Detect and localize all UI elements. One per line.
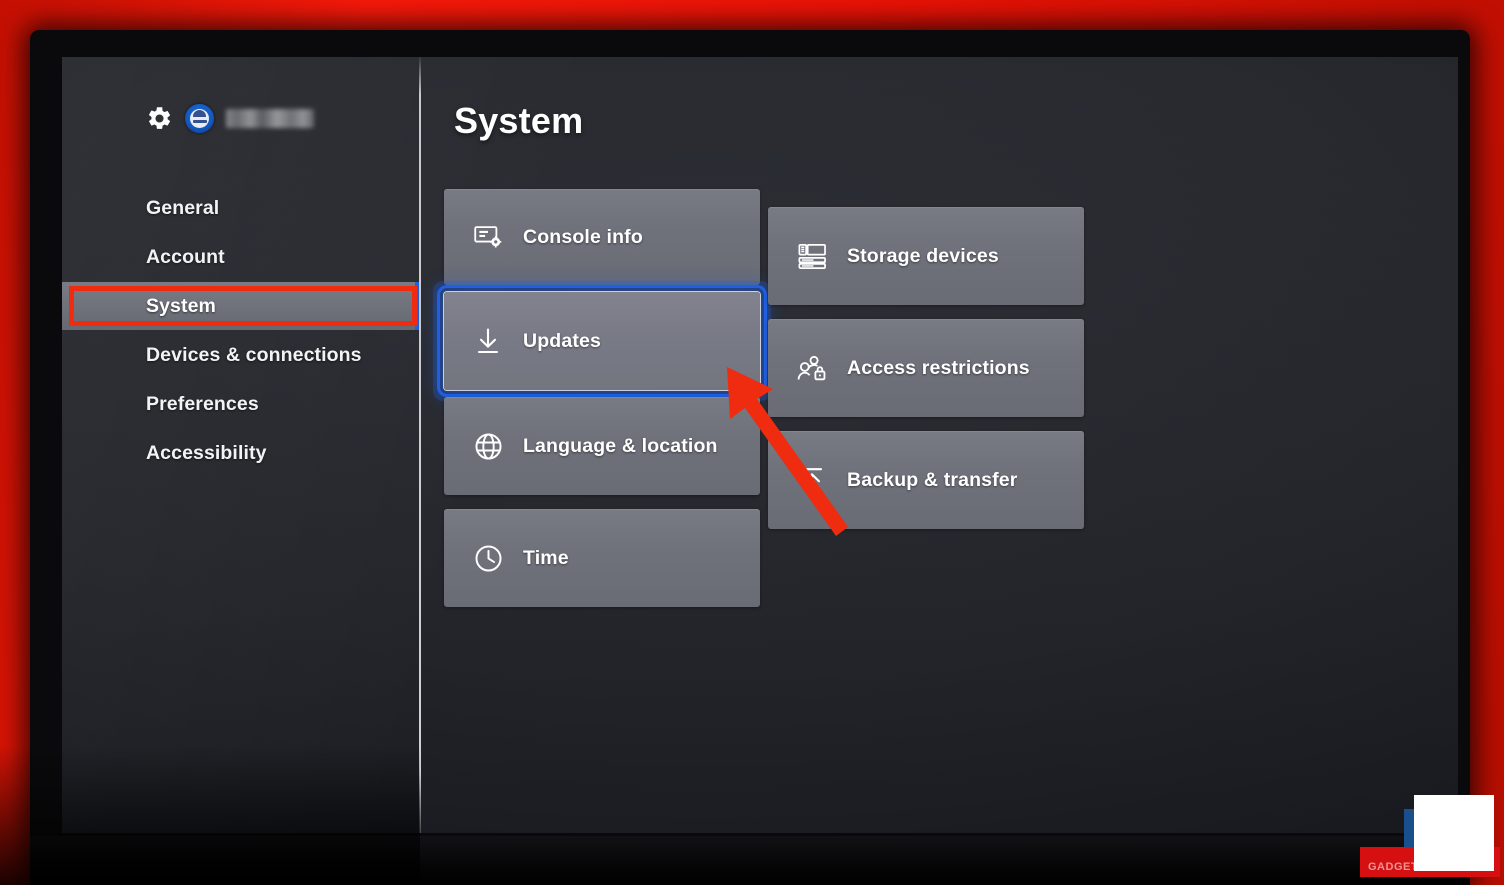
- watermark-cover: [1414, 795, 1494, 871]
- gear-icon[interactable]: [146, 105, 173, 132]
- main-pane: System Console info Updates Language & l…: [420, 57, 1458, 833]
- storage-devices-icon: [796, 243, 828, 270]
- console-info-icon: [472, 225, 504, 250]
- sidebar-item-label: Accessibility: [146, 441, 267, 464]
- sidebar-item-label: Devices & connections: [146, 343, 362, 366]
- tile-label: Access restrictions: [847, 356, 1030, 379]
- tile-label: Time: [523, 546, 569, 569]
- page-title: System: [454, 100, 584, 141]
- sidebar-item-label: Preferences: [146, 392, 259, 415]
- sidebar-item-devices-connections[interactable]: Devices & connections: [62, 331, 420, 379]
- gamertag-blurred: [226, 109, 314, 128]
- tile-storage-devices[interactable]: Storage devices: [768, 207, 1084, 305]
- upload-icon: [796, 466, 828, 494]
- tv-bezel-bottom: [30, 836, 1470, 885]
- tile-label: Storage devices: [847, 244, 999, 267]
- tile-label: Language & location: [523, 434, 718, 457]
- sidebar-item-general[interactable]: General: [62, 184, 420, 232]
- tile-column-right: Storage devices Access restrictions Back…: [768, 207, 1084, 607]
- xbox-settings-screen: General Account System Devices & connect…: [62, 57, 1458, 833]
- sidebar-item-preferences[interactable]: Preferences: [62, 380, 420, 428]
- sidebar-item-label: System: [146, 294, 216, 317]
- sidebar-item-accessibility[interactable]: Accessibility: [62, 429, 420, 477]
- updates-download-icon: [472, 327, 504, 355]
- tile-column-left: Console info Updates Language & location…: [437, 189, 767, 607]
- sidebar-list: General Account System Devices & connect…: [62, 184, 420, 478]
- tile-time[interactable]: Time: [444, 509, 760, 607]
- people-lock-icon: [796, 355, 828, 382]
- tile-access-restrictions[interactable]: Access restrictions: [768, 319, 1084, 417]
- account-header[interactable]: [146, 104, 314, 133]
- globe-icon: [472, 432, 504, 461]
- sidebar-item-system[interactable]: System: [62, 282, 419, 330]
- sidebar: General Account System Devices & connect…: [62, 57, 421, 833]
- clock-icon: [472, 544, 504, 573]
- sidebar-item-account[interactable]: Account: [62, 233, 420, 281]
- photo-background: General Account System Devices & connect…: [0, 0, 1504, 885]
- tile-label: Updates: [523, 329, 601, 352]
- avatar[interactable]: [185, 104, 214, 133]
- sidebar-selection-indicator: [415, 282, 419, 330]
- settings-tile-grid: Console info Updates Language & location…: [437, 189, 1124, 607]
- avatar-face: [190, 109, 209, 128]
- sidebar-item-label: General: [146, 196, 220, 219]
- tile-updates[interactable]: Updates: [437, 285, 767, 397]
- sidebar-item-label: Account: [146, 245, 225, 268]
- tile-label: Console info: [523, 225, 643, 248]
- tile-backup-transfer[interactable]: Backup & transfer: [768, 431, 1084, 529]
- tile-console-info[interactable]: Console info: [444, 189, 760, 285]
- tile-language-location[interactable]: Language & location: [444, 397, 760, 495]
- tile-label: Backup & transfer: [847, 468, 1018, 491]
